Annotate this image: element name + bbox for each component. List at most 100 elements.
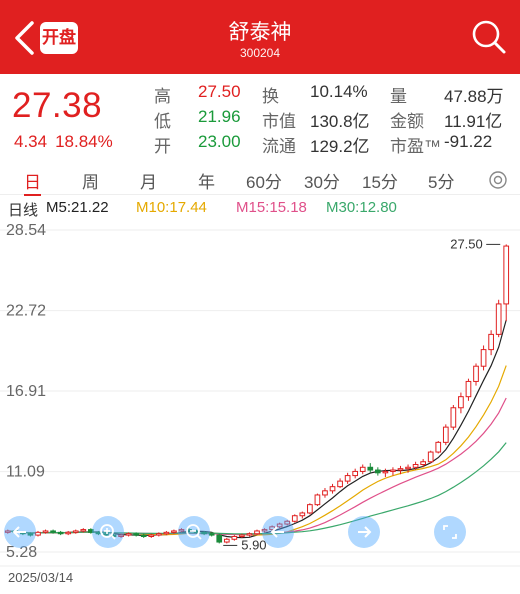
candle-body xyxy=(291,515,298,522)
candle-body xyxy=(329,486,336,492)
candle-body xyxy=(148,534,155,537)
app-header: 开盘 舒泰神 300204 xyxy=(0,0,520,74)
candle-body xyxy=(435,441,442,453)
candle-body xyxy=(299,512,306,517)
candle xyxy=(291,514,298,523)
candle-body xyxy=(442,426,449,443)
stat-label: 金额 xyxy=(390,112,424,131)
stat-value: 21.96 xyxy=(198,107,241,126)
candle-body xyxy=(133,533,140,536)
fullscreen-icon[interactable] xyxy=(434,516,466,548)
price-change: 4.34 18.84% xyxy=(14,132,121,152)
stat-label: 高 xyxy=(154,87,171,106)
candle xyxy=(344,472,351,484)
y-tick-label: 22.72 xyxy=(6,303,46,320)
stat-value: -91.22 xyxy=(444,132,493,151)
stat-label: 开 xyxy=(154,137,171,156)
candle-body xyxy=(367,466,374,471)
scroll-right-arrow-icon[interactable] xyxy=(348,516,380,548)
stock-name: 舒泰神 xyxy=(228,21,292,44)
tab-60min[interactable]: 60分 xyxy=(246,168,282,193)
candle xyxy=(359,464,366,475)
candle xyxy=(488,330,494,356)
ma5-value: M5:21.22 xyxy=(46,199,109,216)
candles xyxy=(4,244,510,544)
change-percent: 18.84% xyxy=(55,132,113,151)
stat-value: 130.8亿 xyxy=(310,112,370,131)
stat-value: 47.88万 xyxy=(444,87,504,106)
tab-year[interactable]: 年 xyxy=(198,168,215,193)
candle xyxy=(322,488,328,498)
candle-body xyxy=(231,535,238,540)
candle xyxy=(337,478,343,489)
tab-15min[interactable]: 15分 xyxy=(362,168,398,193)
y-axis-labels: 28.5422.7216.9111.095.28 xyxy=(6,222,46,561)
candle xyxy=(231,535,238,541)
stat-label: 低 xyxy=(154,112,171,131)
ma30-value: M30:12.80 xyxy=(326,199,397,216)
candle-body xyxy=(57,531,64,535)
candle-body xyxy=(473,365,479,382)
candle-body xyxy=(322,490,328,496)
candle-body xyxy=(390,469,396,472)
ma-label: 日线 xyxy=(8,202,39,219)
candle-body xyxy=(412,464,419,468)
candle xyxy=(246,532,253,537)
ma5-line xyxy=(7,319,507,539)
candle-body xyxy=(397,468,404,471)
period-tabs: 日 周 月 年 60分 30分 15分 5分 xyxy=(0,166,520,196)
stat-value: 27.50 xyxy=(198,82,241,101)
stat-value: 23.00 xyxy=(198,132,241,151)
candle-body xyxy=(140,534,147,537)
candle xyxy=(427,450,434,464)
candle-body xyxy=(382,470,389,474)
candle-body xyxy=(50,530,56,533)
control-button-bg xyxy=(178,516,210,548)
candle-body xyxy=(208,533,215,536)
y-tick-label: 11.09 xyxy=(6,464,45,481)
candle-body xyxy=(314,494,321,506)
quote-panel: 27.38 4.34 18.84% 高 27.50 换 10.14% 量 47.8… xyxy=(0,74,520,166)
candle-body xyxy=(307,504,313,514)
scroll-left-arrow-icon[interactable] xyxy=(262,516,294,548)
candle xyxy=(450,404,457,430)
candle-body xyxy=(458,396,464,409)
candle-body xyxy=(42,530,49,533)
candle xyxy=(473,363,479,386)
candle-body xyxy=(35,531,41,536)
candlestick-chart[interactable]: 28.5422.7216.9111.095.28 27.505.90 2025/… xyxy=(0,220,520,594)
zoom-out-icon[interactable] xyxy=(178,516,210,548)
stats-row: 高 27.50 换 10.14% 量 47.88万 xyxy=(154,82,520,106)
candle xyxy=(329,483,336,494)
tab-5min[interactable]: 5分 xyxy=(428,168,454,193)
candle xyxy=(435,440,442,454)
candle-body xyxy=(80,529,87,532)
candle xyxy=(458,392,464,414)
tab-month[interactable]: 月 xyxy=(140,168,157,193)
ma15-value: M15:15.18 xyxy=(236,199,307,216)
tab-week[interactable]: 周 xyxy=(82,168,99,193)
tab-30min[interactable]: 30分 xyxy=(304,168,340,193)
zoom-in-icon[interactable] xyxy=(92,516,124,548)
candle xyxy=(307,503,313,515)
candle-body xyxy=(246,533,253,536)
candle xyxy=(35,530,41,537)
stat-label: 市值 xyxy=(262,112,296,131)
candle-body xyxy=(420,461,426,466)
tab-day[interactable]: 日 xyxy=(24,168,41,196)
candle-body xyxy=(337,480,343,488)
candle xyxy=(442,424,449,446)
candle-body xyxy=(254,530,260,535)
stat-value: 129.2亿 xyxy=(310,137,370,156)
chart-annotations: 27.50 5.90 xyxy=(223,236,501,552)
candle xyxy=(65,530,72,536)
search-icon[interactable] xyxy=(470,18,508,56)
scroll-left-icon[interactable] xyxy=(4,516,36,548)
settings-icon[interactable] xyxy=(488,170,508,190)
chart-grid xyxy=(0,229,520,567)
stat-value: 10.14% xyxy=(310,82,368,101)
min-price-label: 5.90 xyxy=(241,537,266,552)
stats-row: 低 21.96 市值 130.8亿 金额 11.91亿 xyxy=(154,107,520,131)
candle-body xyxy=(503,245,510,305)
candle xyxy=(57,530,64,536)
